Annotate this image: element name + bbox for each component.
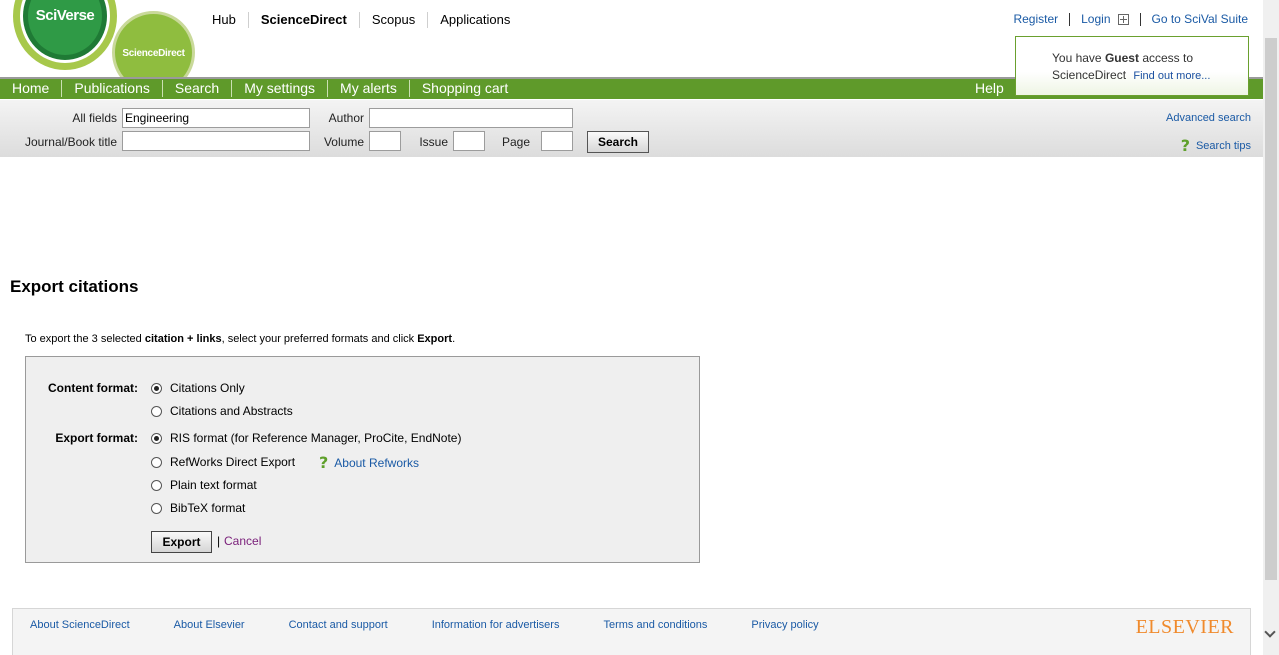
search-button[interactable]: Search [587,131,649,153]
sciverse-logo[interactable]: SciVerse [13,0,117,70]
format-option-bibtex[interactable]: BibTeX format [151,501,245,515]
sciencedirect-logo-text: ScienceDirect [122,48,185,59]
export-instructions: To export the 3 selected citation + link… [25,333,455,345]
account-links: Register Login Go to SciVal Suite [1013,12,1248,26]
nav-search[interactable]: Search [161,80,231,97]
register-link[interactable]: Register [1013,12,1058,26]
all-fields-input[interactable] [122,108,310,128]
radio-button[interactable] [151,432,162,444]
intro-text-b: citation + links [144,333,222,345]
journal-title-input[interactable] [122,131,310,151]
cancel-link[interactable]: Cancel [224,534,261,548]
option-label: Citations Only [170,381,245,395]
top-nav: Hub ScienceDirect Scopus Applications [200,12,522,28]
footer: About ScienceDirect About Elsevier Conta… [12,608,1251,655]
radio-button[interactable] [151,502,162,514]
about-refworks-label: About Refworks [334,455,419,470]
footer-links: About ScienceDirect About Elsevier Conta… [30,619,863,631]
expand-plus-icon [1117,14,1129,26]
advanced-search-link[interactable]: Advanced search [1166,112,1251,124]
guest-prefix: You have [1052,51,1102,65]
top-nav-sciencedirect[interactable]: ScienceDirect [247,12,359,28]
option-label: BibTeX format [170,501,246,515]
scroll-down-arrow-icon[interactable] [1264,626,1276,638]
help-question-icon: ? [319,453,329,472]
guest-suffix: access to [1142,51,1194,65]
page-label: Page [501,135,530,149]
footer-link-about-elsevier[interactable]: About Elsevier [174,619,245,631]
top-nav-scopus[interactable]: Scopus [358,12,427,28]
vertical-scrollbar[interactable] [1263,0,1279,655]
issue-label: Issue [419,135,448,149]
footer-link-contact-support[interactable]: Contact and support [289,619,388,631]
radio-button[interactable] [151,382,162,394]
option-label: Plain text format [170,478,257,492]
content-option-citations-only[interactable]: Citations Only [151,381,245,395]
search-tips-link[interactable]: ? Search tips [1181,136,1251,155]
option-label: RIS format (for Reference Manager, ProCi… [170,431,462,445]
format-option-plain-text[interactable]: Plain text format [151,478,257,492]
footer-link-terms[interactable]: Terms and conditions [603,619,707,631]
sciverse-logo-text: SciVerse [35,7,95,24]
guest-access-line2: ScienceDirect Find out more... [1052,68,1210,82]
divider [1139,12,1141,26]
elsevier-logo[interactable]: ELSEVIER [1136,616,1234,639]
radio-button[interactable] [151,479,162,491]
nav-shopping-cart[interactable]: Shopping cart [408,80,520,97]
option-label: Citations and Abstracts [170,404,293,418]
scrollbar-thumb[interactable] [1265,38,1277,580]
button-separator: | [217,534,221,548]
divider [1069,12,1071,26]
page-title: Export citations [10,277,139,296]
radio-button[interactable] [151,456,162,468]
login-label: Login [1081,12,1111,26]
quick-search-bar: All fields Author Journal/Book title Vol… [0,100,1263,157]
journal-title-label: Journal/Book title [24,135,117,149]
footer-link-about-sciencedirect[interactable]: About ScienceDirect [30,619,130,631]
guest-line2-text: ScienceDirect [1052,68,1127,82]
content-option-citations-abstracts[interactable]: Citations and Abstracts [151,404,293,418]
guest-access-line1: You have Guest access to [1052,51,1193,65]
author-label: Author [328,111,364,125]
nav-my-settings[interactable]: My settings [231,80,327,97]
format-option-ris[interactable]: RIS format (for Reference Manager, ProCi… [151,431,461,445]
scival-link[interactable]: Go to SciVal Suite [1152,12,1249,26]
export-options-panel: Content format: Citations Only Citations… [25,356,700,563]
search-tips-label: Search tips [1195,139,1251,152]
volume-label: Volume [323,135,364,149]
radio-button[interactable] [151,405,162,417]
export-format-label: Export format: [55,431,138,445]
footer-link-privacy[interactable]: Privacy policy [751,619,818,631]
guest-access-box: You have Guest access to ScienceDirect F… [1015,36,1249,96]
content-format-label: Content format: [48,381,138,395]
login-link[interactable]: Login [1081,12,1129,26]
nav-home[interactable]: Home [0,80,61,97]
top-nav-applications[interactable]: Applications [427,12,522,28]
nav-publications[interactable]: Publications [61,80,162,97]
intro-text-e: . [452,333,456,345]
footer-link-advertisers[interactable]: Information for advertisers [432,619,560,631]
author-input[interactable] [369,108,573,128]
about-refworks-link[interactable]: ? About Refworks [319,453,419,472]
guest-bold: Guest [1104,51,1139,65]
find-out-more-link[interactable]: Find out more... [1133,70,1210,82]
nav-my-alerts[interactable]: My alerts [327,80,409,97]
export-button[interactable]: Export [151,531,212,553]
all-fields-label: All fields [72,111,117,125]
format-option-refworks[interactable]: RefWorks Direct Export [151,455,295,469]
intro-text-d: Export [417,333,453,345]
volume-input[interactable] [369,131,401,151]
sciverse-logo-area: SciVerse ScienceDirect [0,0,200,94]
option-label: RefWorks Direct Export [170,455,296,469]
main-nav: Home Publications Search My settings My … [0,80,520,97]
top-nav-hub[interactable]: Hub [200,12,248,28]
nav-help[interactable]: Help [975,80,1004,97]
page-input[interactable] [541,131,573,151]
help-question-icon: ? [1180,136,1190,155]
intro-text-c: , select your preferred formats and clic… [221,333,415,345]
intro-text-a: To export the 3 selected [25,333,142,345]
